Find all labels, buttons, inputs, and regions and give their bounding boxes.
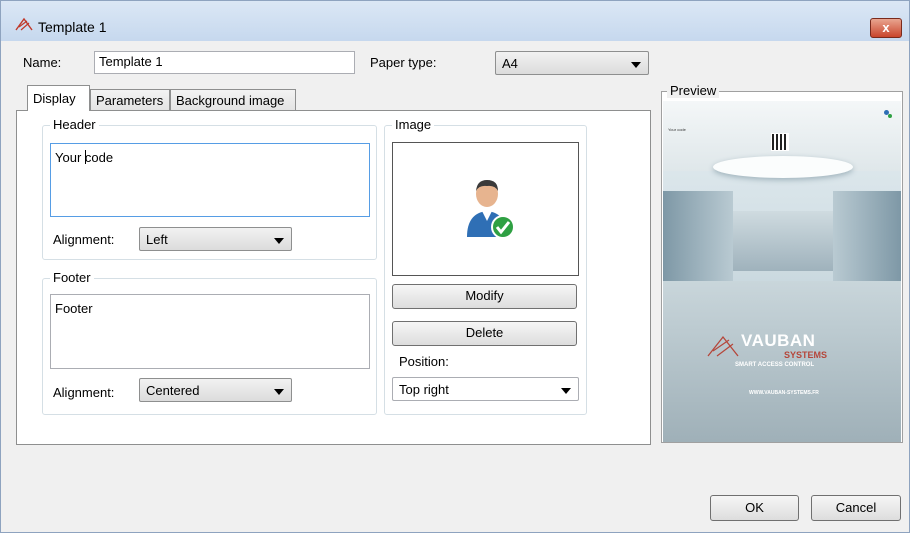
ok-button[interactable]: OK [710,495,799,521]
header-textarea[interactable]: Your code [50,143,370,217]
preview-window-left [663,191,733,281]
name-input[interactable]: Template 1 [94,51,355,74]
chevron-down-icon [561,388,571,394]
image-preview-box[interactable] [392,142,579,276]
preview-corridor [733,211,833,271]
preview-logo-tagline: SMART ACCESS CONTROL [735,362,815,368]
preview-logo-name: VAUBAN [741,331,816,350]
close-button[interactable]: x [870,18,902,38]
footer-alignment-value: Centered [146,383,200,398]
tab-background-image[interactable]: Background image [170,89,296,111]
delete-button[interactable]: Delete [392,321,577,346]
footer-textarea[interactable]: Footer [50,294,370,369]
user-check-icon [884,110,892,120]
modify-button[interactable]: Modify [392,284,577,309]
footer-group: Footer Footer Alignment: Centered [42,270,377,415]
title-bar[interactable]: Template 1 x [1,1,909,41]
header-text: Your code [55,150,114,165]
preview-balcony [713,156,853,178]
preview-group: Preview Your code VAUBAN SYSTEMS SMART A… [661,83,903,443]
header-alignment-value: Left [146,232,168,247]
qr-code-icon [771,133,789,151]
vauban-logo-icon [15,17,33,31]
header-alignment-select[interactable]: Left [139,227,292,251]
chevron-down-icon [274,238,284,244]
image-group-title: Image [392,117,435,132]
chevron-down-icon [631,62,641,68]
position-value: Top right [399,382,449,397]
name-label: Name: [23,55,62,70]
paper-type-label: Paper type: [370,55,437,70]
image-group: Image Modify Delete Position: Top right [384,117,587,415]
preview-image: Your code VAUBAN SYSTEMS SMART ACCESS CO… [663,101,901,442]
user-check-icon [467,180,515,239]
cancel-button[interactable]: Cancel [811,495,901,521]
header-alignment-label: Alignment: [53,232,115,247]
dialog-window: Template 1 x Name: Template 1 Paper type… [0,0,910,533]
position-label: Position: [399,354,449,369]
text-cursor [84,150,86,164]
preview-window-right [833,191,901,281]
footer-group-title: Footer [50,270,94,285]
footer-text: Footer [55,301,93,316]
preview-website: WWW.VAUBAN-SYSTEMS.FR [749,390,819,396]
tab-display[interactable]: Display [27,85,90,111]
header-group-title: Header [50,117,99,132]
header-group: Header Your code Alignment: Left [42,117,377,260]
preview-header-text: Your code [668,127,686,132]
chevron-down-icon [274,389,284,395]
preview-logo-systems: SYSTEMS [784,350,828,360]
paper-type-select[interactable]: A4 [495,51,649,75]
footer-alignment-label: Alignment: [53,385,115,400]
position-select[interactable]: Top right [392,377,579,401]
tab-parameters[interactable]: Parameters [90,89,170,111]
vauban-logo-icon [707,335,739,357]
display-tab-panel: Header Your code Alignment: Left Footer … [16,110,651,445]
paper-type-value: A4 [502,56,518,71]
preview-title: Preview [667,83,720,98]
footer-alignment-select[interactable]: Centered [139,378,292,402]
window-title: Template 1 [38,19,107,35]
